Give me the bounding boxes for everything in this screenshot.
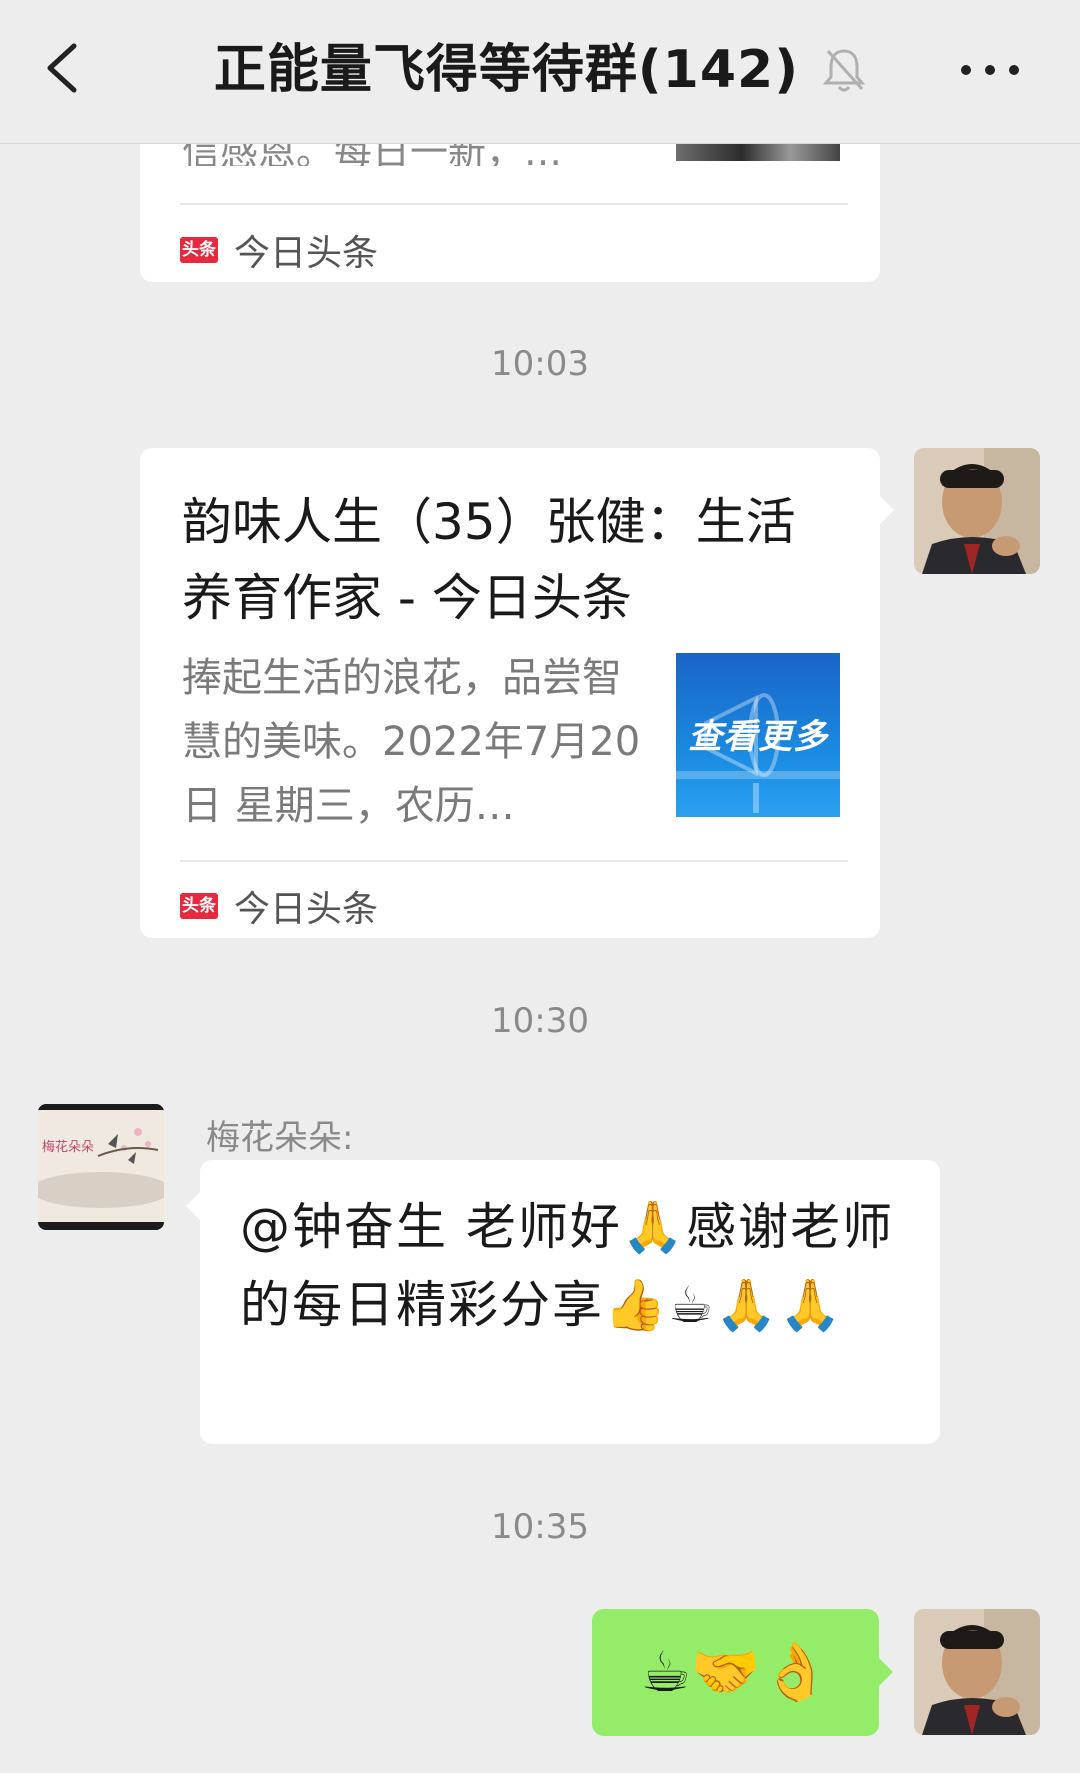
toutiao-logo-icon: 头条	[180, 893, 218, 919]
top-card-divider	[180, 203, 848, 205]
bubble-tail	[879, 1658, 893, 1686]
avatar-caption: 梅花朵朵	[42, 1140, 95, 1155]
top-card-source: 头条 今日头条	[180, 224, 378, 276]
outgoing-message-text: ☕🤝👌	[640, 1640, 831, 1705]
title-wrap: 正能量飞得等待群(142)	[0, 30, 1080, 110]
sender-name: 梅花朵朵:	[206, 1118, 354, 1158]
timestamp: 10:30	[491, 1001, 589, 1041]
top-card-thumbnail	[676, 143, 840, 161]
article-card-divider	[180, 860, 848, 862]
bubble-tail	[880, 496, 894, 524]
bubble-tail	[186, 1192, 200, 1220]
thumbnail-label: 查看更多	[688, 717, 828, 757]
outgoing-message-bubble[interactable]: ☕🤝👌	[592, 1609, 879, 1736]
article-description: 捧起生活的浪花，品尝智慧的美味。2022年7月20日 星期三，农历…	[182, 655, 641, 829]
my-avatar[interactable]	[914, 448, 1040, 574]
article-card-source: 头条 今日头条	[180, 880, 378, 932]
timestamp: 10:35	[491, 1507, 589, 1547]
source-name: 今日头条	[234, 889, 379, 930]
my-avatar[interactable]	[914, 1609, 1040, 1735]
timestamp: 10:03	[491, 344, 589, 384]
chat-header: 正能量飞得等待群(142)	[0, 0, 1080, 144]
chat-area[interactable]: 信感恩。每日一新，… 头条 今日头条 10:03 韵味人生（35）张健：生活养育…	[0, 0, 1080, 1773]
source-name: 今日头条	[234, 233, 379, 274]
more-icon	[961, 65, 1019, 75]
more-button[interactable]	[958, 55, 1022, 85]
bell-off-icon	[822, 45, 866, 95]
article-title: 韵味人生（35）张健：生活养育作家 - 今日头条	[182, 493, 796, 627]
chat-title: 正能量飞得等待群(142)	[213, 40, 799, 100]
article-thumbnail: 查看更多	[676, 653, 840, 817]
incoming-message-text: @钟奋生 老师好🙏感谢老师的每日精彩分享👍☕🙏🙏	[240, 1198, 895, 1334]
toutiao-logo-icon: 头条	[180, 237, 218, 263]
sender-avatar[interactable]: 梅花朵朵	[38, 1104, 164, 1230]
